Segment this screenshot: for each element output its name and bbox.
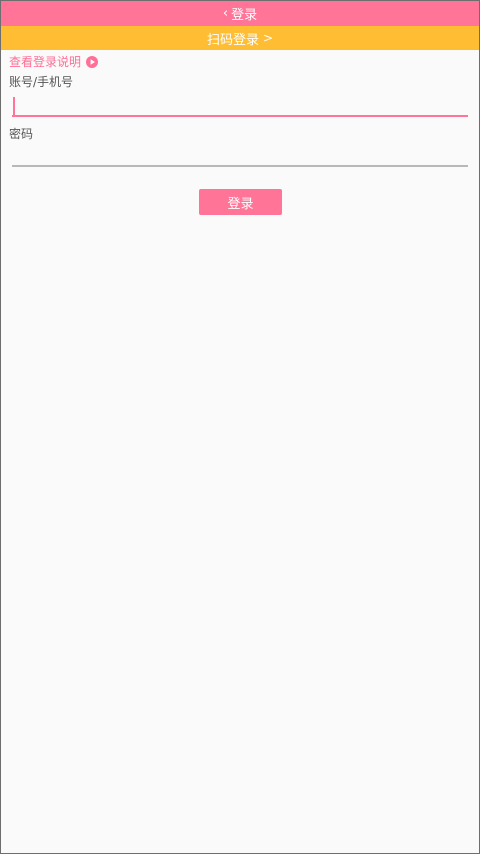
chevron-right-icon: >: [262, 31, 274, 45]
qr-login-label: 扫码登录: [206, 32, 259, 48]
login-help-label: 查看登录说明: [9, 55, 82, 69]
password-label: 密码: [9, 127, 34, 141]
account-label: 账号/手机号: [9, 75, 74, 89]
play-circle-icon: [86, 55, 99, 68]
password-input[interactable]: [12, 145, 468, 167]
text-cursor: [13, 97, 15, 116]
login-button[interactable]: 登录: [199, 189, 282, 215]
app-window: ‹ 登录 扫码登录 > 查看登录说明 账号/手机号 密码 登录: [0, 0, 480, 854]
chevron-left-icon: ‹: [222, 6, 229, 21]
page-title: 登录: [231, 8, 258, 23]
header-back-button[interactable]: ‹ 登录: [1, 1, 479, 26]
account-input[interactable]: [12, 95, 468, 117]
qr-login-bar[interactable]: 扫码登录 >: [1, 26, 479, 50]
login-help-link[interactable]: 查看登录说明: [9, 53, 99, 70]
